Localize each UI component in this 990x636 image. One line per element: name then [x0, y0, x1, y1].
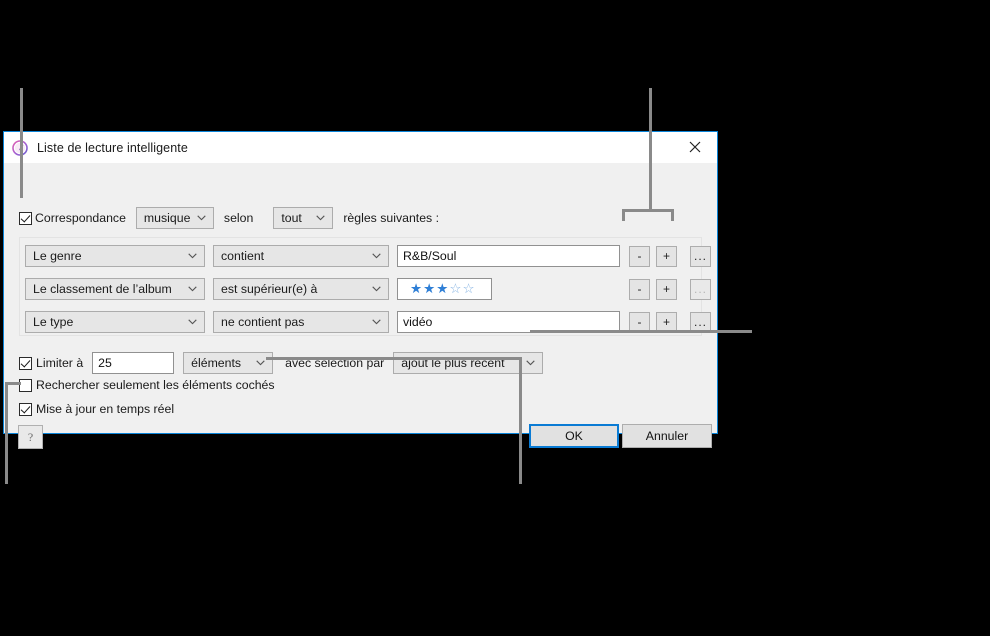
rule-buttons: - + ... — [629, 245, 711, 267]
dialog-titlebar: Liste de lecture intelligente — [4, 132, 717, 163]
match-row: Correspondance musique selon tout règles… — [19, 207, 449, 229]
rule-value-input[interactable]: R&B/Soul — [397, 245, 620, 267]
add-rule-button[interactable]: + — [656, 245, 677, 267]
rule-row: Le classement de l’album est supérieur(e… — [25, 278, 711, 300]
rule-operator-value: ne contient pas — [221, 315, 305, 329]
chevron-down-icon — [372, 319, 381, 325]
rule-value-star-rating[interactable]: ★ ★ ★ ☆ ☆ — [397, 278, 492, 300]
rule-mode-value: tout — [281, 211, 302, 225]
star-icon: ★ — [423, 281, 437, 297]
limit-units-value: éléments — [191, 356, 242, 370]
media-kind-value: musique — [143, 211, 191, 225]
add-rule-button[interactable]: + — [656, 278, 677, 300]
rule-field-dropdown[interactable]: Le genre — [25, 245, 205, 267]
chevron-down-icon — [526, 360, 535, 366]
chevron-down-icon — [372, 253, 381, 259]
remove-rule-button[interactable]: - — [629, 245, 650, 267]
rule-operator-dropdown[interactable]: est supérieur(e) à — [213, 278, 389, 300]
rule-field-value: Le genre — [33, 249, 82, 263]
limit-checkbox[interactable] — [19, 356, 32, 370]
limit-row: Limiter à 25 éléments avec sélection par… — [19, 352, 544, 374]
rule-more-button: ... — [690, 278, 711, 300]
remove-rule-button[interactable]: - — [629, 278, 650, 300]
checked-only-label: Rechercher seulement les éléments cochés — [36, 378, 275, 392]
star-outline-icon: ☆ — [449, 281, 463, 297]
rule-mode-dropdown[interactable]: tout — [273, 207, 334, 229]
star-rating: ★ ★ ★ ☆ ☆ — [404, 282, 476, 296]
match-checkbox[interactable] — [19, 211, 32, 225]
rule-operator-value: est supérieur(e) à — [221, 282, 318, 296]
rule-operator-value: contient — [221, 249, 265, 263]
cancel-button[interactable]: Annuler — [622, 424, 712, 448]
chevron-down-icon — [188, 286, 197, 292]
checked-only-row: Rechercher seulement les éléments cochés — [19, 378, 275, 392]
chevron-down-icon — [316, 215, 326, 221]
callout-line-addremove-bracket — [622, 209, 674, 212]
limit-amount-input[interactable]: 25 — [92, 352, 175, 374]
callout-line-addremove-right-tick — [671, 209, 674, 221]
callout-line-correspondance — [20, 88, 23, 198]
rule-field-value: Le classement de l’album — [33, 282, 172, 296]
rule-field-dropdown[interactable]: Le classement de l’album — [25, 278, 205, 300]
live-update-row: Mise à jour en temps réel — [19, 402, 174, 416]
rule-buttons: - + ... — [629, 278, 711, 300]
star-icon: ★ — [410, 281, 424, 297]
rule-field-dropdown[interactable]: Le type — [25, 311, 205, 333]
live-update-label: Mise à jour en temps réel — [36, 402, 175, 416]
rule-field-value: Le type — [33, 315, 74, 329]
ok-button[interactable]: OK — [529, 424, 619, 448]
callout-line-live-update-v — [5, 382, 8, 484]
close-icon[interactable] — [672, 132, 717, 162]
smart-playlist-dialog: Liste de lecture intelligente Correspond… — [3, 131, 718, 449]
callout-line-checked-only-h — [266, 357, 521, 360]
chevron-down-icon — [188, 253, 197, 259]
rule-more-button[interactable]: ... — [690, 245, 711, 267]
chevron-down-icon — [188, 319, 197, 325]
rule-operator-dropdown[interactable]: ne contient pas — [213, 311, 389, 333]
callout-line-selection-by — [530, 330, 752, 333]
callout-line-addremove-left-tick — [622, 209, 625, 221]
limit-units-dropdown[interactable]: éléments — [183, 352, 274, 374]
match-label: Correspondance — [35, 211, 126, 225]
live-update-checkbox[interactable] — [19, 402, 32, 416]
rules-panel: Le genre contient R&B/Soul - + ... Le cl… — [19, 237, 711, 336]
chevron-down-icon — [197, 215, 206, 221]
match-connector-label: selon — [223, 211, 254, 225]
match-trailing-label: règles suivantes : — [343, 211, 440, 225]
rule-row: Le genre contient R&B/Soul - + ... — [25, 245, 711, 267]
callout-line-checked-only-v — [519, 357, 522, 484]
star-icon: ★ — [436, 281, 450, 297]
chevron-down-icon — [256, 360, 265, 366]
limit-label: Limiter à — [36, 356, 84, 370]
star-outline-icon: ☆ — [462, 281, 476, 297]
rule-value-text: R&B/Soul — [403, 249, 457, 263]
callout-line-addremove-stem — [649, 88, 652, 212]
help-button[interactable]: ? — [18, 425, 43, 449]
dialog-title: Liste de lecture intelligente — [37, 140, 188, 155]
rule-value-text: vidéo — [403, 315, 433, 329]
checked-only-checkbox[interactable] — [19, 378, 32, 392]
limit-amount-value: 25 — [98, 356, 112, 370]
media-kind-dropdown[interactable]: musique — [135, 207, 214, 229]
chevron-down-icon — [372, 286, 381, 292]
dialog-body: Correspondance musique selon tout règles… — [4, 163, 717, 449]
rule-operator-dropdown[interactable]: contient — [213, 245, 389, 267]
